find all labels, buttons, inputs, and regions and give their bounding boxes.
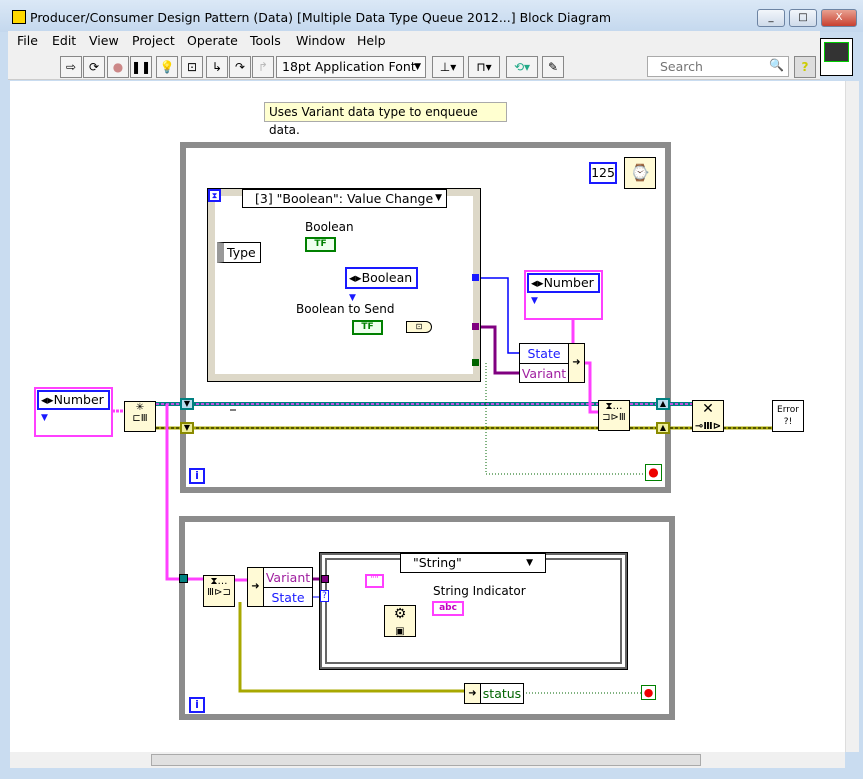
event-structure bbox=[207, 188, 481, 382]
unbundle-item-variant: Variant bbox=[264, 568, 312, 588]
tunnel-queue bbox=[179, 574, 188, 583]
stop-condition-terminal-consumer[interactable]: ● bbox=[641, 685, 656, 700]
simple-error-handler-node[interactable]: Error ?! bbox=[772, 400, 804, 432]
wait-ms-icon[interactable]: ⌚ bbox=[624, 157, 656, 189]
wait-ms-constant[interactable]: 125 bbox=[589, 162, 617, 184]
dequeue-element-node[interactable]: ⧗… Ⅲ⊳⊐ bbox=[203, 575, 235, 607]
case-selector-text: "String" bbox=[413, 555, 462, 570]
obtain-queue-node[interactable]: ✳ ⊏Ⅲ bbox=[124, 401, 156, 432]
event-selector-label[interactable]: [3] "Boolean": Value Change ▼ bbox=[242, 189, 447, 208]
boolean-to-send-label: Boolean to Send bbox=[296, 302, 395, 316]
enum-arrows-icon: ◂▸ bbox=[41, 392, 54, 407]
chevron-down-icon: ▼ bbox=[526, 558, 533, 568]
tunnel-variant-case bbox=[321, 575, 329, 583]
empty-string-constant[interactable]: "" bbox=[365, 574, 384, 588]
boolean-label: Boolean bbox=[305, 220, 354, 234]
string-indicator-terminal[interactable]: abc bbox=[432, 601, 464, 616]
shift-register-left-error[interactable]: ▼ bbox=[180, 422, 194, 434]
case-selector-terminal: ? bbox=[320, 590, 329, 602]
boolean-enum-constant[interactable]: ◂▸Boolean ▼ bbox=[345, 267, 418, 303]
unbundle-by-name-node[interactable]: Variant State bbox=[263, 567, 313, 607]
tunnel-enum bbox=[472, 274, 479, 281]
event-selector-text: [3] "Boolean": Value Change bbox=[255, 191, 434, 206]
shift-register-right-error[interactable]: ▲ bbox=[656, 422, 670, 434]
tunnel-variant bbox=[472, 323, 479, 330]
bundle-item-variant: Variant bbox=[521, 366, 567, 381]
status-item: status bbox=[482, 686, 522, 701]
unbundle-status-arrow-icon: ➜ bbox=[464, 683, 481, 704]
bundle-arrow-icon: ➜ bbox=[568, 343, 585, 383]
unbundle-arrow-icon: ➜ bbox=[247, 567, 264, 607]
enqueue-element-node[interactable]: ⧗… ⊐⊳Ⅲ bbox=[598, 400, 630, 431]
event-data-node-type[interactable]: Type bbox=[217, 242, 261, 263]
unbundle-status-node[interactable]: status bbox=[480, 683, 524, 704]
chevron-down-icon: ▼ bbox=[41, 413, 48, 423]
number-typedef-constant-producer[interactable]: ◂▸Number ▼ bbox=[524, 270, 603, 320]
tunnel-boolean bbox=[472, 359, 479, 366]
enum-arrows-icon: ◂▸ bbox=[349, 270, 362, 285]
number-typedef-constant[interactable]: ◂▸Number ▼ bbox=[34, 387, 113, 437]
stop-condition-terminal[interactable]: ● bbox=[645, 464, 662, 481]
chevron-down-icon: ▼ bbox=[435, 193, 442, 203]
typedef-label: Number bbox=[53, 392, 104, 407]
iteration-terminal: i bbox=[189, 468, 205, 484]
enum-arrows-icon: ◂▸ bbox=[531, 275, 544, 290]
boolean-to-send-terminal[interactable]: TF bbox=[352, 320, 383, 335]
to-variant-node[interactable]: ⊡ bbox=[406, 321, 432, 333]
bundle-item-state: State bbox=[520, 344, 568, 364]
event-timeout-terminal-icon[interactable]: ⧗ bbox=[208, 189, 221, 202]
release-queue-node[interactable]: ✕ ⊸Ⅲ⊳ bbox=[692, 400, 724, 432]
shift-register-right-queue[interactable]: ▲ bbox=[656, 398, 670, 410]
chevron-down-icon: ▼ bbox=[531, 296, 538, 306]
boolean-terminal[interactable]: TF bbox=[305, 237, 336, 252]
shift-register-left-queue[interactable]: ▼ bbox=[180, 398, 194, 410]
variant-to-data-node[interactable]: ⚙ ▣ bbox=[384, 605, 416, 637]
enum-value: Boolean bbox=[361, 270, 413, 285]
iteration-terminal-consumer: i bbox=[189, 697, 205, 713]
string-indicator-label: String Indicator bbox=[433, 584, 526, 598]
bundle-by-name-node[interactable]: State Variant bbox=[519, 343, 569, 383]
typedef-label: Number bbox=[543, 275, 594, 290]
unbundle-item-state: State bbox=[271, 590, 305, 605]
case-selector-label[interactable]: "String" ▼ bbox=[400, 553, 546, 573]
